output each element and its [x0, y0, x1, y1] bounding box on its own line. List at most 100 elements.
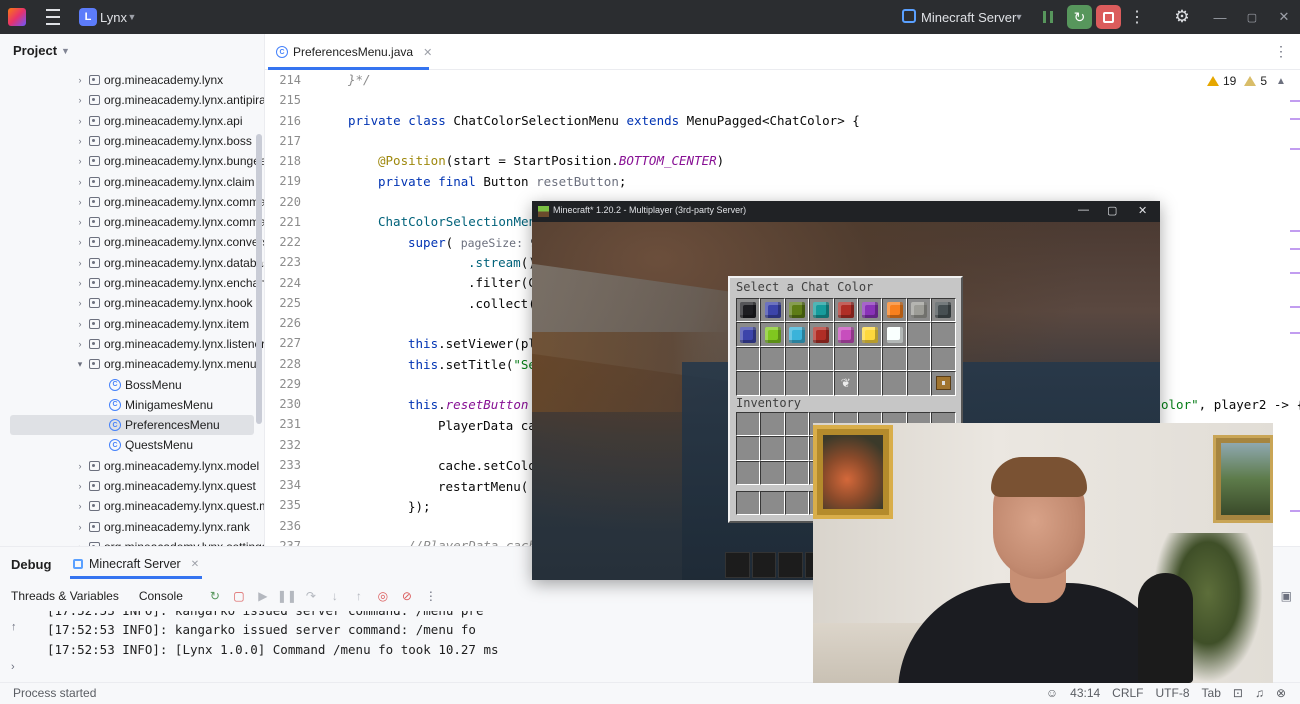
- inventory-slot[interactable]: [833, 322, 858, 347]
- inventory-slot[interactable]: [906, 298, 932, 323]
- more-actions-icon[interactable]: ⋮: [425, 589, 437, 603]
- inventory-slot[interactable]: [736, 460, 761, 486]
- inventory-slot[interactable]: [736, 371, 761, 396]
- inventory-slot[interactable]: [760, 436, 785, 461]
- inventory-slot[interactable]: [833, 298, 858, 323]
- lock-icon[interactable]: ⊡: [1233, 686, 1243, 700]
- tree-item-package[interactable]: › org.mineacademy.lynx.quest: [10, 476, 264, 496]
- step-into-icon[interactable]: ↓: [329, 589, 341, 603]
- inventory-slot[interactable]: [784, 322, 810, 347]
- chevron-down-icon[interactable]: ▼: [61, 46, 70, 56]
- stop-icon[interactable]: ▢: [233, 589, 245, 603]
- caret-position[interactable]: 43:14: [1070, 686, 1100, 700]
- tree-item-package[interactable]: › org.mineacademy.lynx.claim: [10, 172, 264, 192]
- layout-icon[interactable]: ▣: [1281, 589, 1292, 603]
- inventory-slot[interactable]: [784, 460, 810, 486]
- inspection-widget[interactable]: 19 5 ▲: [1207, 74, 1286, 88]
- inventory-slot[interactable]: [760, 412, 785, 437]
- step-out-icon[interactable]: ↑: [353, 589, 365, 603]
- app-logo-icon[interactable]: [8, 8, 26, 26]
- tree-item-package[interactable]: › org.mineacademy.lynx: [10, 70, 264, 90]
- inventory-slot[interactable]: [833, 346, 858, 372]
- inventory-slot[interactable]: [931, 322, 956, 347]
- window-close-icon[interactable]: ✕: [1138, 204, 1147, 217]
- chevron-right-icon[interactable]: ›: [74, 461, 86, 471]
- tree-item-package[interactable]: › org.mineacademy.lynx.item: [10, 314, 264, 334]
- notifications-bell-icon[interactable]: ♫: [1255, 686, 1264, 700]
- tree-item-package[interactable]: › org.mineacademy.lynx.command: [10, 212, 265, 232]
- chevron-up-icon[interactable]: ▲: [1276, 76, 1286, 87]
- line-separator[interactable]: CRLF: [1112, 686, 1143, 700]
- inventory-slot[interactable]: [736, 298, 761, 323]
- window-close-icon[interactable]: ✕: [1276, 8, 1292, 26]
- debug-session-tab[interactable]: Minecraft Server ✕: [73, 553, 199, 575]
- inventory-slot[interactable]: [784, 346, 810, 372]
- inventory-slot[interactable]: ❦: [833, 371, 858, 396]
- chevron-right-icon[interactable]: ›: [74, 95, 86, 105]
- tree-item-package[interactable]: › org.mineacademy.lynx.antipiracy: [10, 90, 265, 110]
- tree-item-package[interactable]: › org.mineacademy.lynx.hook: [10, 293, 264, 313]
- chevron-down-icon[interactable]: ▾: [74, 359, 86, 370]
- inventory-slot[interactable]: [809, 346, 834, 372]
- chevron-right-icon[interactable]: ›: [74, 501, 86, 511]
- close-icon[interactable]: ✕: [423, 46, 432, 59]
- run-config-chevron-icon[interactable]: ▼: [1014, 11, 1024, 23]
- inventory-slot[interactable]: [882, 298, 907, 323]
- tree-item-package[interactable]: › org.mineacademy.lynx.command: [10, 192, 265, 212]
- inventory-slot[interactable]: [760, 460, 785, 486]
- tree-item-package[interactable]: ▾ org.mineacademy.lynx.menu: [10, 354, 264, 374]
- run-config-selector[interactable]: Minecraft Server: [921, 9, 1016, 25]
- more-actions-icon[interactable]: ⋮: [1274, 43, 1288, 60]
- resume-icon[interactable]: ▶: [257, 589, 269, 603]
- tree-item-class[interactable]: C QuestsMenu: [10, 435, 264, 455]
- main-menu-icon[interactable]: [44, 9, 62, 25]
- window-maximize-icon[interactable]: ▢: [1244, 8, 1260, 26]
- tree-item-package[interactable]: › org.mineacademy.lynx.api: [10, 111, 264, 131]
- inventory-slot[interactable]: [760, 346, 785, 372]
- tab-threads-variables[interactable]: Threads & Variables: [11, 589, 119, 603]
- run-config-icon[interactable]: [902, 9, 916, 23]
- mute-breakpoints-icon[interactable]: ⊘: [401, 589, 413, 603]
- tree-item-class[interactable]: C PreferencesMenu: [10, 415, 254, 436]
- step-over-icon[interactable]: ↷: [305, 589, 317, 603]
- chevron-right-icon[interactable]: ›: [74, 156, 86, 166]
- project-scrollbar[interactable]: [256, 134, 262, 424]
- inventory-slot[interactable]: [931, 298, 956, 323]
- more-actions-icon[interactable]: ⋮: [1129, 8, 1145, 26]
- inventory-slot[interactable]: [857, 298, 883, 323]
- inventory-slot[interactable]: [809, 298, 834, 323]
- inventory-slot[interactable]: [736, 491, 761, 516]
- chevron-right-icon[interactable]: ›: [74, 522, 86, 532]
- file-encoding[interactable]: UTF-8: [1156, 686, 1190, 700]
- inventory-slot[interactable]: [736, 346, 761, 372]
- tree-item-package[interactable]: › org.mineacademy.lynx.model: [10, 456, 264, 476]
- chevron-right-icon[interactable]: ›: [74, 75, 86, 85]
- tree-item-class[interactable]: C MinigamesMenu: [10, 395, 264, 415]
- inventory-slot[interactable]: [857, 322, 883, 347]
- inventory-slot[interactable]: [906, 346, 932, 372]
- chevron-right-icon[interactable]: ›: [74, 116, 86, 126]
- inventory-slot[interactable]: [760, 371, 785, 396]
- inventory-slot[interactable]: [809, 371, 834, 396]
- error-stripe[interactable]: [1290, 100, 1300, 540]
- inventory-slot[interactable]: [857, 371, 883, 396]
- chevron-right-icon[interactable]: ›: [74, 217, 86, 227]
- project-switcher[interactable]: Lynx: [100, 9, 127, 25]
- tree-item-package[interactable]: › org.mineacademy.lynx.rank: [10, 517, 264, 537]
- inventory-slot[interactable]: [784, 298, 810, 323]
- inventory-slot[interactable]: [760, 491, 785, 516]
- chevron-down-icon[interactable]: ▼: [127, 11, 137, 23]
- inventory-slot[interactable]: [906, 322, 932, 347]
- indent-setting[interactable]: Tab: [1202, 686, 1221, 700]
- chevron-right-icon[interactable]: ›: [74, 177, 86, 187]
- tree-item-package[interactable]: › org.mineacademy.lynx.database: [10, 253, 265, 273]
- chevron-right-icon[interactable]: ›: [74, 339, 86, 349]
- tab-preferences-menu[interactable]: C PreferencesMenu.java ✕: [276, 34, 432, 70]
- copilot-icon[interactable]: ☺: [1046, 686, 1058, 700]
- pause-icon[interactable]: ❚❚: [277, 589, 297, 603]
- tree-item-package[interactable]: › org.mineacademy.lynx.quest.model: [10, 496, 265, 516]
- chevron-right-icon[interactable]: ›: [74, 237, 86, 247]
- chevron-right-icon[interactable]: ›: [74, 278, 86, 288]
- chevron-right-icon[interactable]: ›: [74, 197, 86, 207]
- chevron-right-icon[interactable]: ›: [74, 319, 86, 329]
